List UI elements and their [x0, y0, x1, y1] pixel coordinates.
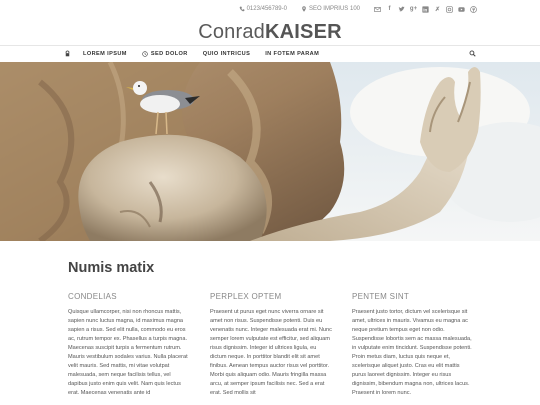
main-navigation: LOREM IPSUM SED DOLOR QUIO INTRICUS IN F… [0, 45, 540, 62]
main-content: Numis matix CONDELIAS Quisque ullamcorpe… [0, 241, 540, 405]
facebook-icon[interactable]: f [386, 6, 393, 13]
column-heading: CONDELIAS [68, 292, 117, 301]
youtube-icon[interactable] [458, 6, 465, 13]
xing-icon[interactable]: ✗ [434, 6, 441, 13]
top-utility-bar: 0123/456789-0 SEO IMPRIUS 100 f g+ in ✗ [0, 3, 540, 15]
nav-item-label: QUIO INTRICUS [202, 51, 251, 57]
nav-item-lorem-ipsum[interactable]: LOREM IPSUM [83, 51, 127, 57]
content-column: PENTEM SINT Praesent justo tortor, dictu… [352, 292, 475, 398]
page-title: Numis matix [68, 260, 155, 276]
address-info[interactable]: SEO IMPRIUS 100 [301, 6, 360, 12]
column-text: Quisque ullamcorper, nisi non rhoncus ma… [68, 309, 188, 396]
content-column: PERPLEX OPTEM Praesent ut purus eget nun… [210, 292, 333, 398]
twitter-icon[interactable] [398, 6, 405, 13]
column-text: Praesent justo tortor, dictum vel sceler… [352, 309, 472, 396]
column-heading: PENTEM SINT [352, 292, 410, 301]
nav-item-label: SED DOLOR [150, 51, 188, 57]
nav-item-quio-intricus[interactable]: QUIO INTRICUS [203, 51, 250, 57]
phone-info[interactable]: 0123/456789-0 [239, 6, 287, 12]
hero-image [0, 62, 540, 241]
nav-item-sed-dolor[interactable]: SED DOLOR [142, 51, 188, 57]
social-links: f g+ in ✗ [374, 5, 477, 13]
google-plus-icon[interactable]: g+ [410, 6, 417, 13]
address-text: SEO IMPRIUS 100 [308, 6, 360, 12]
logo-light-text: Conrad [198, 21, 265, 43]
pinterest-icon[interactable] [470, 5, 477, 13]
logo-bold-text: KAISER [265, 21, 342, 43]
column-text: Praesent ut purus eget nunc viverra orna… [210, 309, 332, 396]
svg-text:in: in [423, 7, 427, 12]
content-columns: CONDELIAS Quisque ullamcorper, nisi non … [68, 292, 478, 398]
mail-icon[interactable] [374, 6, 381, 13]
nav-item-label: LOREM IPSUM [83, 51, 127, 57]
content-column: CONDELIAS Quisque ullamcorper, nisi non … [68, 292, 191, 398]
location-pin-icon [302, 6, 306, 12]
search-icon[interactable] [469, 50, 476, 57]
site-logo[interactable]: ConradKAISER [0, 21, 540, 44]
phone-number: 0123/456789-0 [246, 6, 287, 12]
clock-icon [142, 51, 148, 57]
nav-item-in-fotem-param[interactable]: IN FOTEM PARAM [265, 51, 319, 57]
instagram-icon[interactable] [446, 5, 453, 13]
phone-icon [239, 6, 244, 12]
linkedin-icon[interactable]: in [422, 5, 429, 13]
home-icon[interactable] [64, 50, 71, 57]
column-heading: PERPLEX OPTEM [210, 292, 282, 301]
nav-item-label: IN FOTEM PARAM [265, 51, 320, 57]
